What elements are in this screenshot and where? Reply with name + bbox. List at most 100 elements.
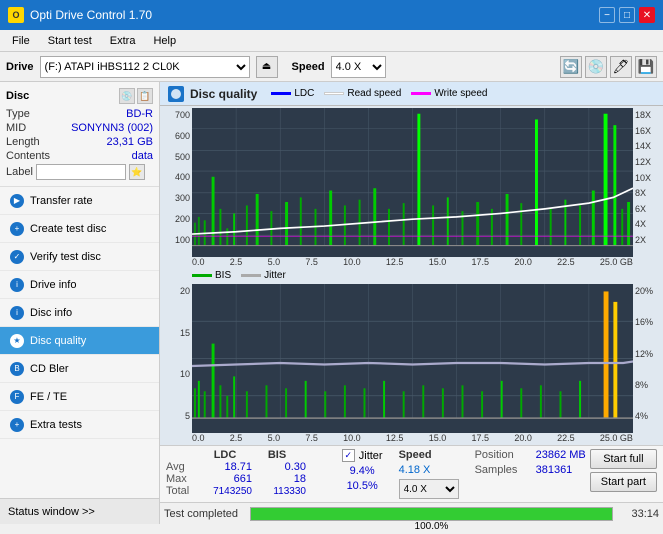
status-window-button[interactable]: Status window >>	[0, 498, 159, 524]
legend-write-speed-color	[411, 92, 431, 95]
drive-select[interactable]: (F:) ATAPI iHBS112 2 CL0K	[40, 56, 250, 78]
progress-percent: 100.0%	[251, 520, 612, 534]
speed-select[interactable]: 4.0 X	[331, 56, 386, 78]
disc-label-key: Label	[6, 166, 33, 178]
disc-icon-2[interactable]: 📋	[137, 88, 153, 104]
sidebar-item-verify-test-disc[interactable]: ✓ Verify test disc	[0, 243, 159, 271]
disc-section: Disc 💿 📋 Type BD-R MID SONYNN3 (002) Len…	[0, 82, 159, 187]
disc-quality-icon: ★	[10, 334, 24, 348]
fe-te-icon: F	[10, 390, 24, 404]
create-test-disc-icon: +	[10, 222, 24, 236]
position-section: Position 23862 MB Samples 381361	[475, 449, 586, 499]
drive-icon-2[interactable]: 💿	[585, 56, 607, 78]
position-value: 23862 MB	[536, 449, 586, 461]
transfer-rate-icon: ▶	[10, 194, 24, 208]
drive-icon-1[interactable]: 🔄	[560, 56, 582, 78]
drive-icon-4[interactable]: 💾	[635, 56, 657, 78]
sidebar-item-disc-info[interactable]: i Disc info	[0, 299, 159, 327]
charts-area: 700 600 500 400 300 200 100	[160, 106, 663, 445]
max-row: Max 661 18	[166, 473, 330, 485]
chart2-x-axis: 0.0 2.5 5.0 7.5 10.0 12.5 15.0 17.5 20.0…	[164, 433, 659, 443]
status-window-label: Status window >>	[8, 506, 95, 518]
speed-value: 4.18 X	[399, 464, 459, 476]
disc-mid-val: SONYNN3 (002)	[71, 122, 153, 134]
content-header-icon	[168, 86, 184, 102]
disc-header-icons: 💿 📋	[119, 88, 153, 104]
sidebar-item-cd-bler[interactable]: B CD Bler	[0, 355, 159, 383]
disc-mid-row: MID SONYNN3 (002)	[6, 122, 153, 134]
menu-file[interactable]: File	[4, 33, 38, 49]
disc-contents-row: Contents data	[6, 150, 153, 162]
sidebar-item-create-test-disc[interactable]: + Create test disc	[0, 215, 159, 243]
avg-label: Avg	[166, 461, 198, 473]
menu-help[interactable]: Help	[145, 33, 184, 49]
bis-header: BIS	[252, 449, 302, 461]
chart2-y-axis-right: 20% 16% 12% 8% 4%	[633, 284, 659, 433]
legend-bis-color	[192, 274, 212, 277]
time-display: 33:14	[619, 508, 659, 520]
maximize-button[interactable]: □	[619, 7, 635, 23]
disc-icon-1[interactable]: 💿	[119, 88, 135, 104]
drive-icon-3[interactable]: 🖊	[610, 56, 632, 78]
sidebar-item-drive-info[interactable]: i Drive info	[0, 271, 159, 299]
main-layout: Disc 💿 📋 Type BD-R MID SONYNN3 (002) Len…	[0, 82, 663, 524]
sidebar-item-extra-tests[interactable]: + Extra tests	[0, 411, 159, 439]
sidebar-item-transfer-rate[interactable]: ▶ Transfer rate	[0, 187, 159, 215]
title-bar-left: O Opti Drive Control 1.70	[8, 7, 152, 23]
max-bis: 18	[256, 473, 306, 485]
legend-bis: BIS	[192, 270, 231, 281]
close-button[interactable]: ✕	[639, 7, 655, 23]
chart2-svg-container	[192, 284, 633, 433]
disc-header: Disc 💿 📋	[6, 88, 153, 104]
start-full-button[interactable]: Start full	[590, 449, 657, 469]
content-header: Disc quality LDC Read speed Write speed	[160, 82, 663, 106]
jitter-checkbox-row: ✓ Jitter	[342, 449, 383, 462]
menu-extra[interactable]: Extra	[102, 33, 144, 49]
start-part-button[interactable]: Start part	[590, 472, 657, 492]
drive-icon-buttons: 🔄 💿 🖊 💾	[560, 56, 657, 78]
jitter-checkbox[interactable]: ✓	[342, 449, 355, 462]
legend-write-speed: Write speed	[411, 88, 487, 99]
legend-ldc: LDC	[271, 88, 314, 99]
minimize-button[interactable]: −	[599, 7, 615, 23]
nav-extra-tests-label: Extra tests	[30, 419, 82, 431]
sidebar-item-fe-te[interactable]: F FE / TE	[0, 383, 159, 411]
menu-start-test[interactable]: Start test	[40, 33, 100, 49]
max-ldc: 661	[202, 473, 252, 485]
stats-section: LDC BIS Avg 18.71 0.30 Max 661 18 Tota	[160, 445, 663, 502]
total-label: Total	[166, 485, 198, 497]
jitter-section: ✓ Jitter 9.4% 10.5%	[342, 449, 383, 499]
chart1-svg	[192, 108, 633, 257]
disc-type-val: BD-R	[126, 108, 153, 120]
samples-value: 381361	[536, 464, 573, 476]
eject-button[interactable]: ⏏	[256, 56, 278, 78]
disc-label-button[interactable]: ⭐	[129, 164, 145, 180]
chart1-container: 700 600 500 400 300 200 100	[164, 108, 659, 267]
disc-title: Disc	[6, 90, 29, 102]
speed-header: Speed	[399, 449, 459, 461]
sidebar: Disc 💿 📋 Type BD-R MID SONYNN3 (002) Len…	[0, 82, 160, 524]
disc-length-row: Length 23,31 GB	[6, 136, 153, 148]
progress-bar-fill	[251, 508, 612, 520]
max-label: Max	[166, 473, 198, 485]
legend-read-speed-color	[324, 92, 344, 95]
total-row: Total 7143250 113330	[166, 485, 330, 497]
avg-jitter-val: 9.4%	[342, 465, 383, 477]
stats-table-area: LDC BIS Avg 18.71 0.30 Max 661 18 Tota	[166, 449, 330, 499]
sidebar-item-disc-quality[interactable]: ★ Disc quality	[0, 327, 159, 355]
position-label: Position	[475, 449, 530, 461]
content-area: Disc quality LDC Read speed Write speed	[160, 82, 663, 524]
max-jitter-val: 10.5%	[342, 480, 383, 492]
app-title: Opti Drive Control 1.70	[30, 8, 152, 22]
speed-select-dropdown[interactable]: 4.0 X	[399, 479, 459, 499]
legend-jitter-label: Jitter	[264, 270, 286, 281]
legend-read-speed: Read speed	[324, 88, 401, 99]
samples-row: Samples 381361	[475, 464, 586, 476]
chart2-inner: 20 15 10 5	[164, 284, 659, 433]
legend-write-speed-label: Write speed	[434, 88, 487, 99]
disc-label-input[interactable]	[36, 164, 126, 180]
speed-label: Speed	[292, 61, 325, 73]
drive-info-icon: i	[10, 278, 24, 292]
disc-label-row: Label ⭐	[6, 164, 153, 180]
drive-label: Drive	[6, 61, 34, 73]
